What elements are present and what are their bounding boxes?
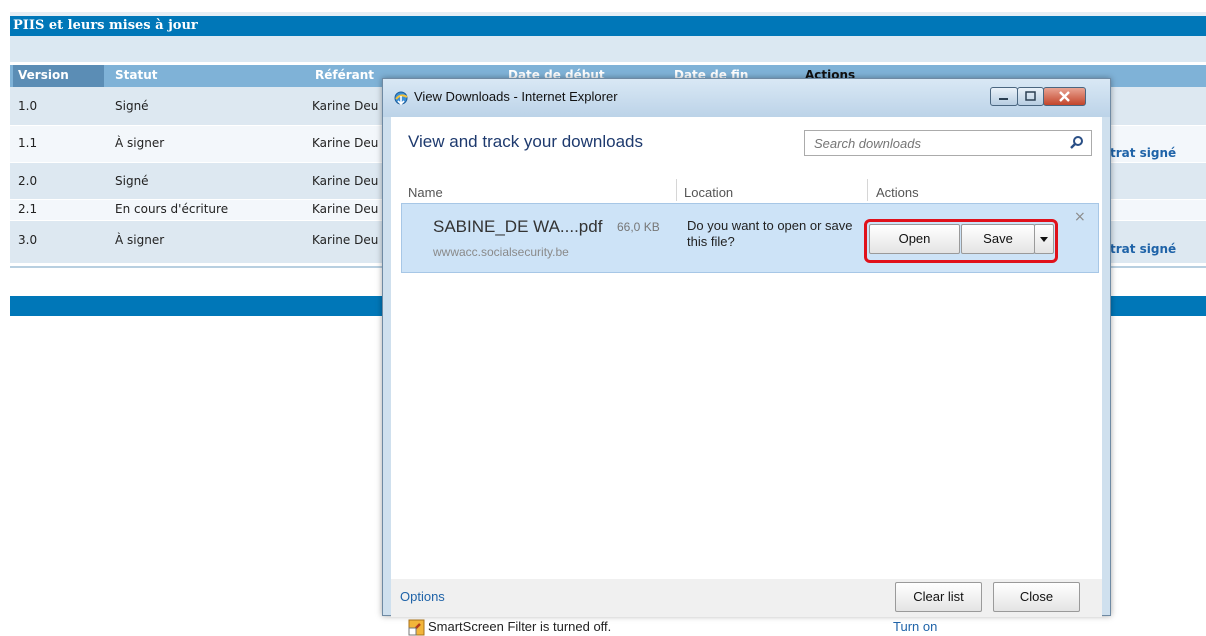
page-title: View and track your downloads bbox=[408, 132, 643, 151]
search-icon[interactable] bbox=[1069, 135, 1085, 151]
row-referant: Karine Deu bbox=[312, 174, 379, 188]
row-statut: Signé bbox=[115, 99, 149, 113]
col-header-version[interactable]: Version bbox=[18, 68, 69, 82]
row-version: 2.0 bbox=[18, 174, 38, 188]
download-prompt: Do you want to open or save this file? bbox=[687, 218, 853, 249]
row-referant: Karine Deu bbox=[312, 202, 379, 216]
row-version: 1.1 bbox=[18, 136, 38, 150]
maximize-button[interactable] bbox=[1017, 87, 1044, 106]
section-header: PIIS et leurs mises à jour bbox=[10, 16, 1206, 36]
section-subbar bbox=[10, 36, 1206, 62]
col-header-statut[interactable]: Statut bbox=[115, 68, 158, 82]
column-divider bbox=[867, 179, 868, 201]
maximize-icon bbox=[1025, 91, 1036, 101]
row-statut: Signé bbox=[115, 174, 149, 188]
smartscreen-status: SmartScreen Filter is turned off. bbox=[428, 619, 612, 634]
row-statut: En cours d'écriture bbox=[115, 202, 229, 216]
clear-list-button[interactable]: Clear list bbox=[895, 582, 982, 612]
window-title: View Downloads - Internet Explorer bbox=[414, 89, 618, 104]
row-referant: Karine Deu bbox=[312, 136, 379, 150]
row-version: 2.1 bbox=[18, 202, 38, 216]
minimize-button[interactable] bbox=[990, 87, 1018, 106]
search-box[interactable] bbox=[804, 130, 1092, 156]
row-version: 1.0 bbox=[18, 99, 38, 113]
row-action-link[interactable]: trat signé bbox=[1110, 242, 1176, 256]
highlight-box bbox=[864, 219, 1058, 263]
row-referant: Karine Deu bbox=[312, 233, 379, 247]
smartscreen-shield-icon bbox=[408, 619, 425, 636]
search-input[interactable] bbox=[805, 131, 1055, 155]
window-close-button[interactable] bbox=[1043, 87, 1086, 106]
ie-downloads-icon bbox=[394, 91, 408, 106]
column-divider bbox=[676, 179, 677, 201]
col-header-referant[interactable]: Référant bbox=[315, 68, 374, 82]
turn-on-link[interactable]: Turn on bbox=[893, 619, 937, 634]
close-icon bbox=[1059, 91, 1070, 102]
row-version: 3.0 bbox=[18, 233, 38, 247]
row-action-link[interactable]: trat signé bbox=[1110, 146, 1176, 160]
download-size: 66,0 KB bbox=[617, 220, 660, 234]
download-source: wwwacc.socialsecurity.be bbox=[433, 245, 569, 259]
row-referant: Karine Deu bbox=[312, 99, 379, 113]
row-statut: À signer bbox=[115, 136, 165, 150]
close-button[interactable]: Close bbox=[993, 582, 1080, 612]
downloads-panel: View and track your downloads Name Locat… bbox=[391, 117, 1102, 636]
options-link[interactable]: Options bbox=[400, 589, 445, 604]
minimize-icon bbox=[999, 98, 1008, 100]
window-titlebar[interactable]: View Downloads - Internet Explorer bbox=[383, 79, 1110, 117]
dismiss-icon[interactable]: × bbox=[1074, 209, 1086, 225]
view-downloads-window: View Downloads - Internet Explorer View … bbox=[382, 78, 1111, 636]
download-filename: SABINE_DE WA....pdf bbox=[433, 217, 603, 236]
row-statut: À signer bbox=[115, 233, 165, 247]
